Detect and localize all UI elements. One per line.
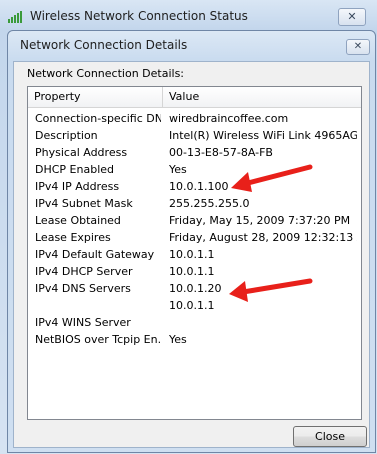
list-item[interactable]: IPv4 Subnet Mask 255.255.255.0: [28, 195, 359, 212]
property-cell: NetBIOS over Tcpip En...: [35, 333, 161, 346]
status-window-close-icon[interactable]: ✕: [338, 8, 366, 26]
property-cell: IPv4 DHCP Server: [35, 265, 133, 278]
list-item[interactable]: Description Intel(R) Wireless WiFi Link 4…: [28, 127, 359, 144]
list-item[interactable]: 10.0.1.1: [28, 297, 359, 314]
column-header-value[interactable]: Value: [163, 87, 359, 107]
listview-rows: Connection-specific DN... wiredbraincoffe…: [28, 110, 359, 348]
list-item[interactable]: Lease Obtained Friday, May 15, 2009 7:37:…: [28, 212, 359, 229]
listview-header: Property Value: [28, 87, 361, 108]
list-item[interactable]: Lease Expires Friday, August 28, 2009 12:…: [28, 229, 359, 246]
value-cell: 10.0.1.1: [169, 299, 215, 312]
property-cell: IPv4 Subnet Mask: [35, 197, 133, 210]
property-cell: Description: [35, 129, 98, 142]
value-cell: Friday, May 15, 2009 7:37:20 PM: [169, 214, 351, 227]
list-item[interactable]: IPv4 DHCP Server 10.0.1.1: [28, 263, 359, 280]
property-cell: DHCP Enabled: [35, 163, 115, 176]
value-cell: 10.0.1.20: [169, 282, 222, 295]
status-window-title: Wireless Network Connection Status: [30, 9, 248, 23]
value-cell: wiredbraincoffee.com: [169, 112, 289, 125]
column-header-property[interactable]: Property: [28, 87, 163, 107]
property-cell: Physical Address: [35, 146, 128, 159]
close-button[interactable]: Close: [293, 426, 367, 447]
details-listview[interactable]: Property Value Connection-specific DN...…: [27, 86, 362, 420]
section-label: Network Connection Details:: [27, 67, 185, 80]
value-cell: Intel(R) Wireless WiFi Link 4965AGN: [169, 129, 357, 142]
list-item[interactable]: Connection-specific DN... wiredbraincoffe…: [28, 110, 359, 127]
value-cell: 10.0.1.1: [169, 265, 215, 278]
property-cell: IPv4 Default Gateway: [35, 248, 155, 261]
list-item[interactable]: NetBIOS over Tcpip En... Yes: [28, 331, 359, 348]
property-cell: Connection-specific DN...: [35, 112, 161, 125]
dialog-close-icon[interactable]: ✕: [346, 39, 370, 55]
value-cell: Yes: [169, 163, 187, 176]
value-cell: 00-13-E8-57-8A-FB: [169, 146, 273, 159]
list-item[interactable]: Physical Address 00-13-E8-57-8A-FB: [28, 144, 359, 161]
signal-bars-icon: [7, 8, 23, 24]
dialog-title: Network Connection Details: [20, 38, 188, 52]
list-item[interactable]: IPv4 DNS Servers 10.0.1.20: [28, 280, 359, 297]
list-item[interactable]: IPv4 WINS Server: [28, 314, 359, 331]
property-cell: Lease Obtained: [35, 214, 121, 227]
value-cell: Friday, August 28, 2009 12:32:13 AM: [169, 231, 357, 244]
list-item[interactable]: IPv4 IP Address 10.0.1.100: [28, 178, 359, 195]
property-cell: IPv4 DNS Servers: [35, 282, 131, 295]
value-cell: 10.0.1.1: [169, 248, 215, 261]
status-window-titlebar: Wireless Network Connection Status ✕: [0, 0, 377, 32]
value-cell: Yes: [169, 333, 187, 346]
property-cell: Lease Expires: [35, 231, 111, 244]
value-cell: 10.0.1.100: [169, 180, 229, 193]
property-cell: IPv4 WINS Server: [35, 316, 131, 329]
list-item[interactable]: IPv4 Default Gateway 10.0.1.1: [28, 246, 359, 263]
value-cell: 255.255.255.0: [169, 197, 250, 210]
property-cell: IPv4 IP Address: [35, 180, 120, 193]
list-item[interactable]: DHCP Enabled Yes: [28, 161, 359, 178]
